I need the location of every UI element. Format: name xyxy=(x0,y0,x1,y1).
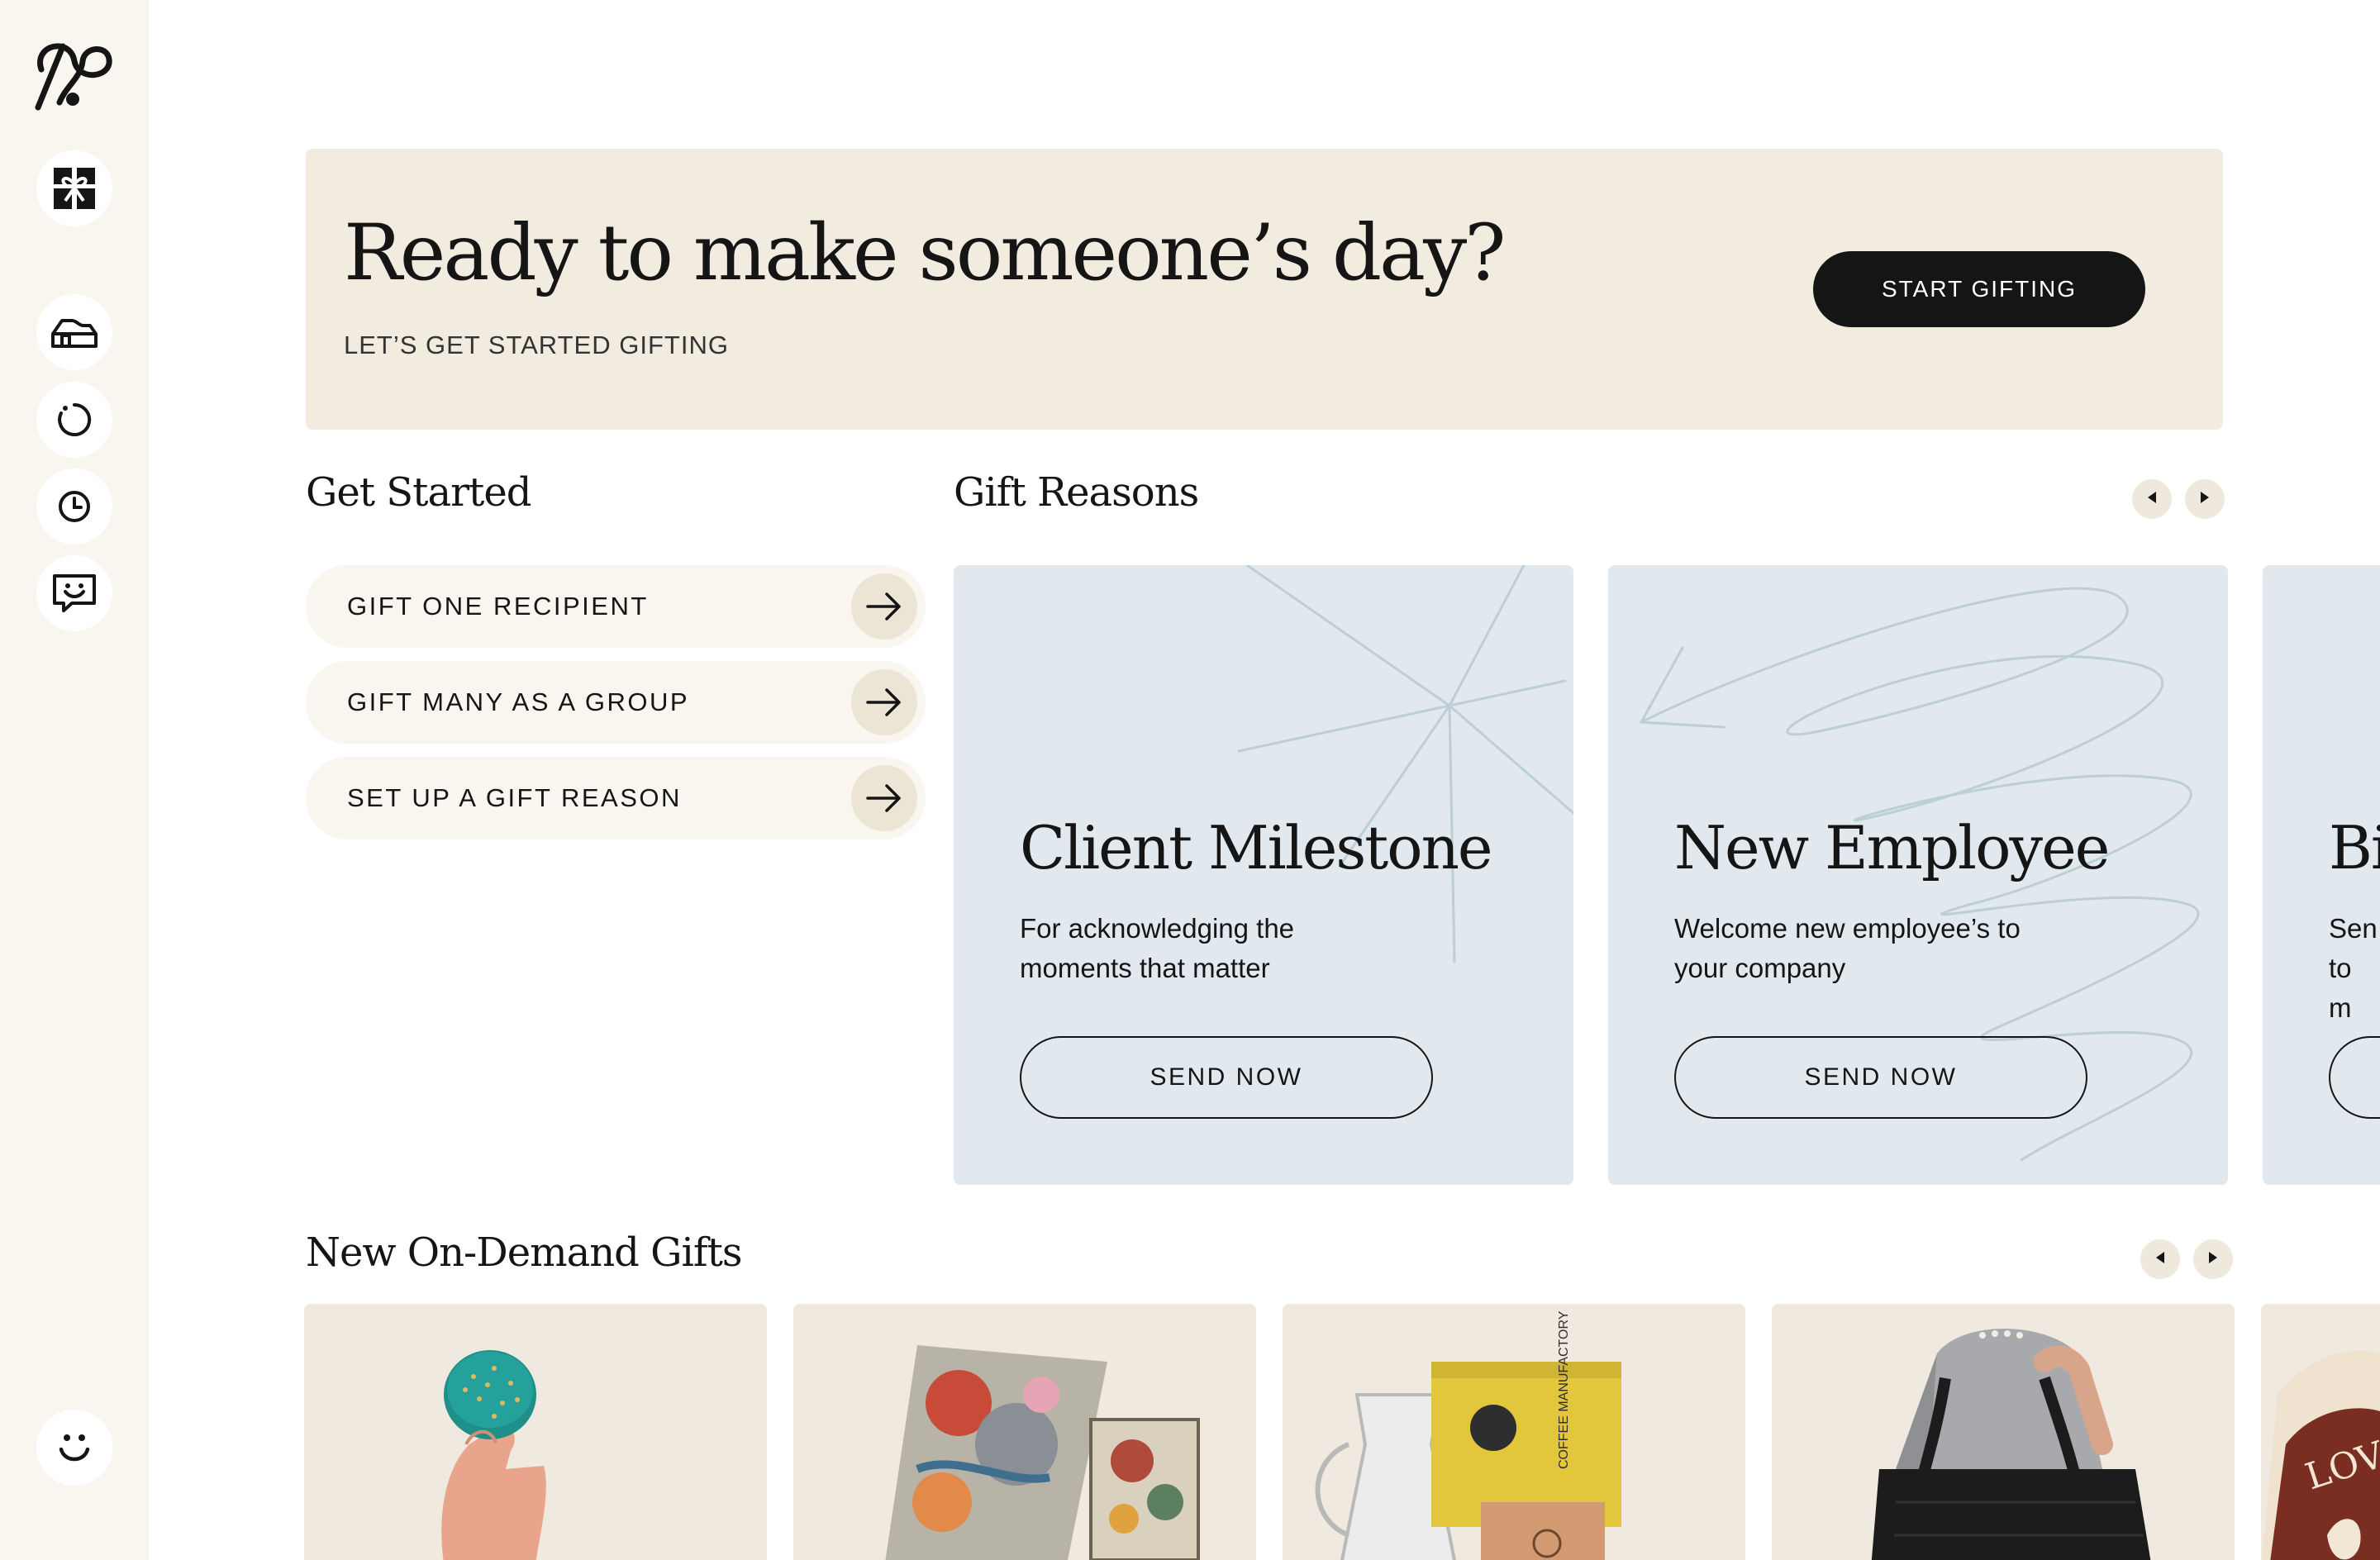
gift-icon xyxy=(52,166,97,211)
gift-card-tote[interactable] xyxy=(1772,1304,2235,1560)
gifts-prev-button[interactable] xyxy=(2140,1239,2180,1279)
reason-card-new-employee[interactable]: New Employee Welcome new employee’s to y… xyxy=(1608,565,2228,1185)
gift-reasons-next-button[interactable] xyxy=(2185,479,2225,519)
triangle-left-icon xyxy=(2154,1251,2166,1268)
gift-one-recipient-button[interactable]: GIFT ONE RECIPIENT xyxy=(306,565,926,648)
reason-title: New Employee xyxy=(1674,813,2110,882)
send-now-button[interactable]: SEND NOW xyxy=(1020,1036,1433,1119)
reason-title: Client Milestone xyxy=(1020,813,1493,882)
reason-card-partial[interactable]: Bi Sen to m xyxy=(2263,565,2380,1185)
clock-icon xyxy=(56,488,93,525)
triangle-left-icon xyxy=(2146,491,2158,508)
set-up-gift-reason-button[interactable]: SET UP A GIFT REASON xyxy=(306,757,926,839)
on-demand-gifts-title: New On-Demand Gifts xyxy=(306,1229,743,1276)
loading-icon xyxy=(56,402,93,438)
send-now-button[interactable]: SEND NOW xyxy=(1674,1036,2087,1119)
coffee-image: COFFEE MANUFACTORY xyxy=(1315,1310,1621,1560)
start-item-label: GIFT MANY AS A GROUP xyxy=(347,687,690,716)
activity-nav-button[interactable] xyxy=(36,382,112,458)
gifts-next-button[interactable] xyxy=(2193,1239,2233,1279)
gift-nav-button[interactable] xyxy=(36,150,112,226)
reason-description: Welcome new employee’s to your company xyxy=(1674,913,2021,983)
reason-description: Sen to m xyxy=(2329,913,2378,1023)
gift-card-macaron[interactable] xyxy=(304,1304,767,1560)
sidebar xyxy=(0,0,149,1560)
reason-title: Bi xyxy=(2329,813,2380,882)
arrow-right-icon xyxy=(851,573,917,640)
hero-title: Ready to make someone’s day? xyxy=(344,208,1507,298)
arrow-right-icon xyxy=(851,765,917,831)
macaron-image xyxy=(441,1350,546,1560)
hero-subtitle: LET’S GET STARTED GIFTING xyxy=(344,331,729,359)
start-item-label: GIFT ONE RECIPIENT xyxy=(347,592,649,621)
gift-card-coffee[interactable]: COFFEE MANUFACTORY xyxy=(1283,1304,1745,1560)
svg-text:COFFEE MANUFACTORY: COFFEE MANUFACTORY xyxy=(1557,1310,1571,1469)
puzzle-image xyxy=(885,1345,1200,1560)
triangle-right-icon xyxy=(2199,491,2211,508)
profile-button[interactable] xyxy=(36,1410,112,1486)
home-nav-button[interactable] xyxy=(36,294,112,370)
reason-card-client-milestone[interactable]: Client Milestone For acknowledging the m… xyxy=(954,565,1573,1185)
gift-card-puzzle[interactable] xyxy=(793,1304,1256,1560)
gift-many-group-button[interactable]: GIFT MANY AS A GROUP xyxy=(306,661,926,744)
triangle-right-icon xyxy=(2207,1251,2219,1268)
get-started-title: Get Started xyxy=(306,469,531,516)
history-nav-button[interactable] xyxy=(36,468,112,545)
arrow-right-icon xyxy=(851,669,917,735)
hero-banner: Ready to make someone’s day? LET’S GET S… xyxy=(306,149,2223,430)
feedback-nav-button[interactable] xyxy=(36,555,112,631)
gift-card-snack-bag[interactable]: LOVE xyxy=(2261,1304,2380,1560)
logo-icon[interactable] xyxy=(33,36,116,111)
reason-description: For acknowledging the moments that matte… xyxy=(1020,913,1295,983)
gift-reasons-prev-button[interactable] xyxy=(2132,479,2172,519)
drawstring-bag-image: LOVE xyxy=(2261,1350,2380,1560)
home-icon xyxy=(50,316,98,349)
start-item-label: SET UP A GIFT REASON xyxy=(347,783,682,812)
send-now-button[interactable] xyxy=(2329,1036,2380,1119)
tote-bag-image xyxy=(1871,1329,2151,1560)
message-smile-icon xyxy=(52,573,97,613)
gift-reasons-title: Gift Reasons xyxy=(954,469,1199,516)
smiley-icon xyxy=(56,1429,93,1466)
start-gifting-button[interactable]: START GIFTING xyxy=(1813,251,2145,327)
